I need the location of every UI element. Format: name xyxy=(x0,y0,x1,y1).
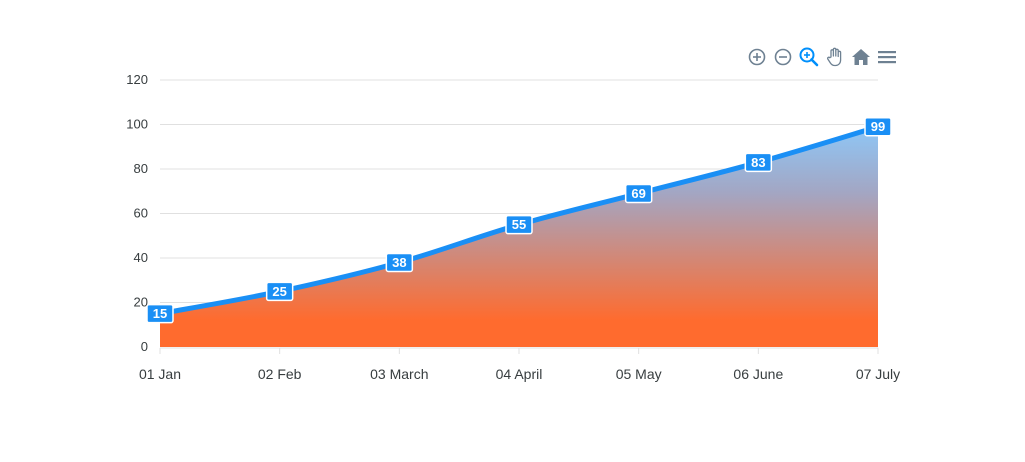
data-label: 15 xyxy=(146,303,174,324)
data-label-value: 25 xyxy=(272,284,286,299)
y-tick-label: 60 xyxy=(134,206,148,221)
x-tick-label: 03 March xyxy=(370,366,428,382)
y-tick-label: 100 xyxy=(126,117,148,132)
y-axis: 0 20 40 60 80 100 120 xyxy=(126,72,148,354)
data-label-value: 99 xyxy=(871,119,885,134)
data-label-value: 69 xyxy=(631,186,645,201)
y-tick-label: 0 xyxy=(141,339,148,354)
area-chart: 0 20 40 60 80 100 120 01 Jan 02 Feb 03 March 04 A… xyxy=(126,72,900,382)
data-label-value: 55 xyxy=(512,217,526,232)
x-tick-label: 01 Jan xyxy=(139,366,181,382)
data-label: 99 xyxy=(864,116,892,137)
data-label: 83 xyxy=(744,152,773,173)
x-tick-label: 07 July xyxy=(856,366,900,382)
data-label: 38 xyxy=(385,252,414,273)
x-tick-label: 04 April xyxy=(496,366,543,382)
x-tick-label: 02 Feb xyxy=(258,366,302,382)
data-label-value: 38 xyxy=(392,255,406,270)
x-tick-label: 06 June xyxy=(733,366,783,382)
data-label-value: 15 xyxy=(153,306,167,321)
data-label: 55 xyxy=(505,214,533,235)
chart-container: 0 20 40 60 80 100 120 01 Jan 02 Feb 03 March 04 A… xyxy=(0,0,1025,462)
data-label: 69 xyxy=(624,183,653,204)
data-label: 25 xyxy=(265,281,294,302)
y-tick-label: 40 xyxy=(134,250,148,265)
y-tick-label: 80 xyxy=(134,161,148,176)
data-label-value: 83 xyxy=(751,155,765,170)
x-tick-label: 05 May xyxy=(616,366,662,382)
y-tick-label: 20 xyxy=(134,295,148,310)
x-axis: 01 Jan 02 Feb 03 March 04 April 05 May 06 Jun… xyxy=(139,347,900,382)
y-tick-label: 120 xyxy=(126,72,148,87)
